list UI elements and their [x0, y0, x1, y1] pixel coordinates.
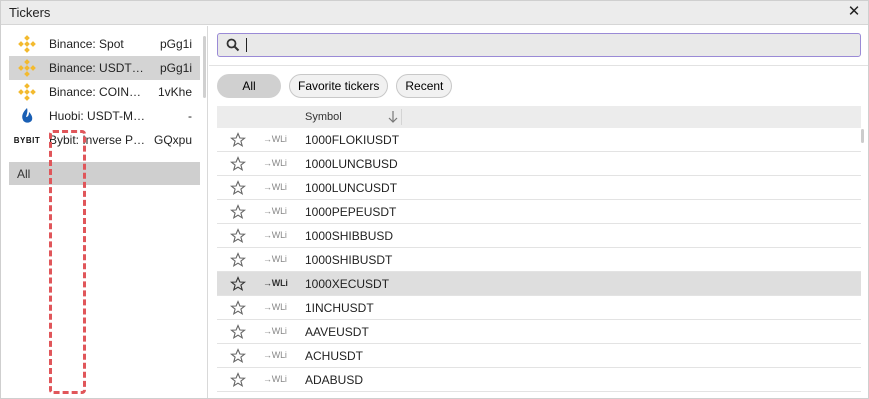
ticker-symbol: 1000LUNCBUSD [305, 156, 398, 171]
exchange-name: Binance: USDT… [49, 61, 144, 75]
exchange-name: Bybit: Inverse P… [49, 133, 146, 147]
exchange-item[interactable]: Binance: Spot pGg1i [9, 32, 200, 56]
ticker-symbol: 1000PEPEUSDT [305, 204, 397, 219]
window-title: Tickers [9, 5, 51, 20]
column-separator[interactable] [401, 109, 402, 125]
text-caret [246, 38, 247, 52]
favorite-star-icon[interactable] [230, 204, 246, 220]
favorite-star-icon[interactable] [230, 132, 246, 148]
huobi-icon [15, 104, 39, 128]
exchange-account-code: pGg1i [159, 37, 192, 51]
search-box[interactable] [217, 33, 861, 57]
filter-button[interactable]: All [217, 74, 281, 98]
table-row[interactable]: →WLi 1000PEPEUSDT [217, 200, 861, 224]
add-to-watchlist-button[interactable]: →WLi [263, 134, 287, 144]
add-to-watchlist-button[interactable]: →WLi [263, 326, 287, 336]
ticker-symbol: 1000SHIBUSDT [305, 252, 393, 267]
favorite-star-icon[interactable] [230, 252, 246, 268]
favorite-star-icon[interactable] [230, 372, 246, 388]
exchange-item[interactable]: BYBIT Bybit: Inverse P… GQxpu [9, 128, 200, 152]
exchange-item[interactable]: Binance: USDT… pGg1i [9, 56, 200, 80]
table-row[interactable]: →WLi 1000LUNCBUSD [217, 152, 861, 176]
favorite-star-icon[interactable] [230, 180, 246, 196]
add-to-watchlist-button[interactable]: →WLi [263, 182, 287, 192]
exchange-list: Binance: Spot pGg1i Binance: USDT… pGg1i Bin… [9, 32, 200, 152]
title-bar: Tickers ✕ [1, 1, 868, 25]
table-row[interactable]: →WLi 1000LUNCUSDT [217, 176, 861, 200]
filter-bar: All Favorite tickers Recent [217, 74, 453, 98]
exchange-item[interactable]: Binance: COIN… 1vKhe [9, 80, 200, 104]
favorite-star-icon[interactable] [230, 300, 246, 316]
close-icon[interactable]: ✕ [846, 4, 862, 20]
exchange-panel: Binance: Spot pGg1i Binance: USDT… pGg1i Bin… [1, 26, 208, 398]
ticker-symbol: 1000SHIBBUSD [305, 228, 394, 243]
table-body: →WLi 1000FLOKIUSDT →WLi 1000LUNCBUSD →WLi 100… [217, 128, 861, 392]
tickers-scrollbar[interactable] [861, 129, 864, 143]
exchange-account-code: - [188, 109, 192, 123]
add-to-watchlist-button[interactable]: →WLi [263, 158, 287, 168]
table-row[interactable]: →WLi ACHUSDT [217, 344, 861, 368]
table-header: Symbol [217, 106, 861, 128]
binance-icon [15, 80, 39, 104]
favorite-star-icon[interactable] [230, 156, 246, 172]
favorite-star-icon[interactable] [230, 276, 246, 292]
add-to-watchlist-button[interactable]: →WLi [263, 374, 287, 384]
ticker-symbol: ACHUSDT [305, 348, 364, 363]
exchange-item[interactable]: Huobi: USDT-M… - [9, 104, 200, 128]
binance-icon [15, 56, 39, 80]
table-row[interactable]: →WLi AAVEUSDT [217, 320, 861, 344]
search-icon [226, 38, 240, 52]
table-row[interactable]: →WLi 1INCHUSDT [217, 296, 861, 320]
favorite-star-icon[interactable] [230, 324, 246, 340]
exchange-account-code: GQxpu [153, 133, 192, 147]
tickers-panel: All Favorite tickers Recent Symbol →WLi 100… [209, 26, 868, 398]
favorite-star-icon[interactable] [230, 228, 246, 244]
table-row[interactable]: →WLi 1000SHIBUSDT [217, 248, 861, 272]
tickers-table: Symbol →WLi 1000FLOKIUSDT →WLi 1000LUNCBUSD… [217, 106, 861, 392]
add-to-watchlist-button[interactable]: →WLi [263, 350, 287, 360]
binance-icon [15, 32, 39, 56]
filter-button[interactable]: Favorite tickers [289, 74, 389, 98]
exchange-name: Huobi: USDT-M… [49, 109, 146, 123]
all-exchanges-item[interactable]: All [9, 162, 200, 185]
exchange-account-code: 1vKhe [157, 85, 192, 99]
tickers-window: Tickers ✕ Binance: Spot pGg1i Binance: USD… [0, 0, 869, 399]
exchange-list-scrollbar[interactable] [203, 36, 206, 98]
exchange-name: Binance: Spot [49, 37, 124, 51]
divider [209, 65, 868, 66]
filter-button[interactable]: Recent [396, 74, 453, 98]
bybit-icon: BYBIT [13, 128, 41, 152]
exchange-name: Binance: COIN… [49, 85, 142, 99]
favorite-star-icon[interactable] [230, 348, 246, 364]
table-row[interactable]: →WLi 1000XECUSDT [217, 272, 861, 296]
add-to-watchlist-button[interactable]: →WLi [263, 206, 287, 216]
search-input[interactable] [246, 36, 846, 54]
add-to-watchlist-button[interactable]: →WLi [263, 302, 287, 312]
table-row[interactable]: →WLi 1000SHIBBUSD [217, 224, 861, 248]
add-to-watchlist-button[interactable]: →WLi [263, 230, 287, 240]
table-row[interactable]: →WLi ADABUSD [217, 368, 861, 392]
ticker-symbol: 1000XECUSDT [305, 276, 390, 291]
bybit-logo-text: BYBIT [13, 135, 41, 145]
add-to-watchlist-button[interactable]: →WLi [263, 254, 287, 264]
ticker-symbol: 1000LUNCUSDT [305, 180, 398, 195]
exchange-account-code: pGg1i [159, 61, 192, 75]
sort-descending-icon[interactable] [387, 110, 399, 124]
ticker-symbol: 1000FLOKIUSDT [305, 132, 400, 147]
ticker-symbol: 1INCHUSDT [305, 300, 374, 315]
add-to-watchlist-button[interactable]: →WLi [263, 278, 288, 288]
table-row[interactable]: →WLi 1000FLOKIUSDT [217, 128, 861, 152]
column-header-symbol[interactable]: Symbol [305, 111, 342, 123]
ticker-symbol: ADABUSD [305, 372, 364, 387]
ticker-symbol: AAVEUSDT [305, 324, 369, 339]
